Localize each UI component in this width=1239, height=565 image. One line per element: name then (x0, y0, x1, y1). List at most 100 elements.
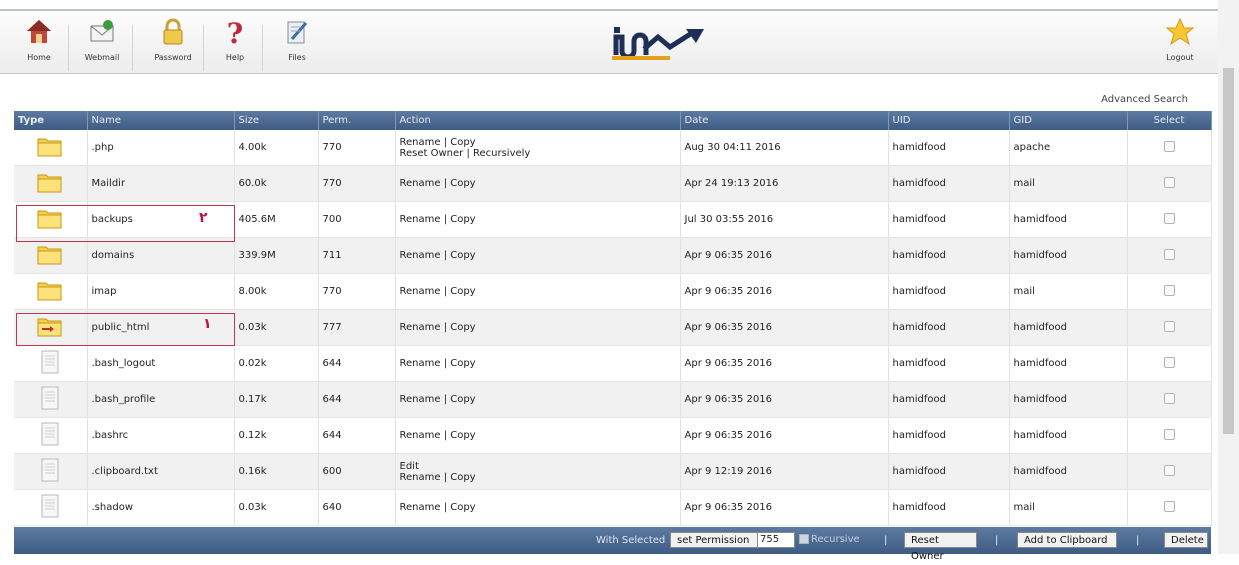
webmail-button[interactable]: Webmail (77, 15, 127, 62)
scrollbar-thumb[interactable] (1223, 68, 1234, 434)
select-cell (1127, 165, 1212, 202)
action-links[interactable]: Rename | Copy (400, 358, 676, 369)
perm-cell[interactable]: 777 (318, 309, 396, 346)
file-icon[interactable] (41, 494, 59, 521)
type-cell[interactable] (14, 453, 88, 490)
select-checkbox[interactable] (1163, 500, 1175, 512)
type-cell[interactable] (14, 237, 88, 274)
perm-cell[interactable]: 644 (318, 345, 396, 382)
table-row[interactable]: .bash_logout 0.02k 644 Rename | Copy Apr 9 0… (14, 345, 1212, 382)
help-button[interactable]: ? Help (210, 15, 260, 62)
name-cell[interactable]: .bash_profile (87, 381, 235, 418)
select-checkbox[interactable] (1163, 320, 1175, 332)
name-cell[interactable]: imap (87, 273, 235, 310)
gid-cell: mail (1009, 273, 1128, 310)
col-uid[interactable]: UID (888, 111, 1010, 130)
table-row[interactable]: .shadow 0.03k 640 Rename | Copy Apr 9 06:35 … (14, 489, 1212, 526)
action-links[interactable]: Rename | Copy (400, 394, 676, 405)
scrollbar[interactable] (1218, 0, 1239, 554)
home-button[interactable]: Home (14, 15, 64, 62)
add-to-clipboard-button[interactable]: Add to Clipboard (1017, 532, 1117, 548)
action-links[interactable]: Rename | Copy (400, 214, 676, 225)
name-cell[interactable]: .php (87, 130, 235, 166)
action-links[interactable]: Edit (400, 461, 676, 472)
select-checkbox[interactable] (1163, 248, 1175, 260)
table-row[interactable]: domains 339.9M 711 Rename | Copy Apr 9 06:35… (14, 237, 1212, 274)
delete-button[interactable]: Delete (1164, 532, 1208, 548)
name-cell[interactable]: Maildir (87, 165, 235, 202)
folder-icon[interactable] (37, 174, 63, 196)
recursive-checkbox[interactable]: Recursive (799, 534, 860, 545)
table-row[interactable]: .bash_profile 0.17k 644 Rename | Copy Apr 9 … (14, 381, 1212, 418)
action-links[interactable]: Rename | Copy (400, 250, 676, 261)
col-name[interactable]: Name (87, 111, 235, 130)
col-date[interactable]: Date (680, 111, 889, 130)
type-cell[interactable] (14, 417, 88, 454)
type-cell[interactable] (14, 130, 88, 166)
perm-cell[interactable]: 644 (318, 381, 396, 418)
file-icon[interactable] (41, 458, 59, 485)
file-icon[interactable] (41, 422, 59, 449)
col-perm[interactable]: Perm. (318, 111, 396, 130)
perm-cell[interactable]: 770 (318, 273, 396, 310)
table-row[interactable]: Maildir 60.0k 770 Rename | Copy Apr 24 19:13… (14, 165, 1212, 202)
type-cell[interactable] (14, 345, 88, 382)
logout-button[interactable]: Logout (1155, 15, 1205, 62)
perm-cell[interactable]: 640 (318, 489, 396, 526)
perm-cell[interactable]: 770 (318, 165, 396, 202)
folder-icon[interactable] (37, 282, 63, 304)
perm-cell[interactable]: 644 (318, 417, 396, 454)
action-links[interactable]: Rename | Copy (400, 502, 676, 513)
select-checkbox[interactable] (1163, 284, 1175, 296)
col-size[interactable]: Size (234, 111, 319, 130)
folder-icon[interactable] (37, 138, 63, 160)
action-links-secondary[interactable]: Reset Owner | Recursively (400, 148, 676, 159)
permission-input[interactable]: 755 (757, 532, 795, 548)
perm-cell[interactable]: 770 (318, 130, 396, 166)
table-row[interactable]: imap 8.00k 770 Rename | Copy Apr 9 06:35 201… (14, 273, 1212, 310)
divider (203, 25, 204, 71)
select-checkbox[interactable] (1163, 464, 1175, 476)
select-checkbox[interactable] (1163, 176, 1175, 188)
type-cell[interactable] (14, 489, 88, 526)
action-links-secondary[interactable]: Rename | Copy (400, 472, 676, 483)
name-cell[interactable]: .bashrc (87, 417, 235, 454)
table-row[interactable]: .bashrc 0.12k 644 Rename | Copy Apr 9 06:35 … (14, 417, 1212, 454)
folder-icon[interactable] (37, 246, 63, 268)
divider (132, 25, 133, 71)
select-checkbox[interactable] (1163, 428, 1175, 440)
reset-owner-button[interactable]: Reset Owner (904, 532, 977, 562)
select-checkbox[interactable] (1163, 212, 1175, 224)
name-cell[interactable]: domains (87, 237, 235, 274)
file-icon[interactable] (41, 350, 59, 377)
type-cell[interactable] (14, 165, 88, 202)
date-cell: Apr 9 06:35 2016 (680, 489, 889, 526)
table-row[interactable]: .php 4.00k 770 Rename | Copy Reset Owner | R… (14, 130, 1212, 166)
action-links[interactable]: Rename | Copy (400, 322, 676, 333)
password-button[interactable]: Password (148, 15, 198, 62)
perm-cell[interactable]: 711 (318, 237, 396, 274)
name-cell[interactable]: .shadow (87, 489, 235, 526)
col-gid[interactable]: GID (1009, 111, 1128, 130)
set-permission-button[interactable]: set Permission (670, 532, 758, 548)
action-links[interactable]: Rename | Copy (400, 178, 676, 189)
col-type[interactable]: Type (14, 111, 88, 130)
action-links[interactable]: Rename | Copy (400, 430, 676, 441)
perm-cell[interactable]: 600 (318, 453, 396, 490)
file-icon[interactable] (41, 386, 59, 413)
select-checkbox[interactable] (1163, 356, 1175, 368)
perm-cell[interactable]: 700 (318, 201, 396, 238)
select-checkbox[interactable] (1163, 392, 1175, 404)
table-row[interactable]: .clipboard.txt 0.16k 600 Edit Rename | Copy A… (14, 453, 1212, 490)
type-cell[interactable] (14, 273, 88, 310)
col-select[interactable]: Select (1127, 111, 1212, 130)
advanced-search-link[interactable]: Advanced Search (1101, 94, 1188, 105)
select-checkbox[interactable] (1163, 140, 1175, 152)
action-links[interactable]: Rename | Copy (400, 286, 676, 297)
type-cell[interactable] (14, 381, 88, 418)
files-button[interactable]: Files (272, 15, 322, 62)
action-links[interactable]: Rename | Copy (400, 137, 676, 148)
checkbox-box[interactable] (799, 534, 809, 544)
name-cell[interactable]: .clipboard.txt (87, 453, 235, 490)
name-cell[interactable]: .bash_logout (87, 345, 235, 382)
